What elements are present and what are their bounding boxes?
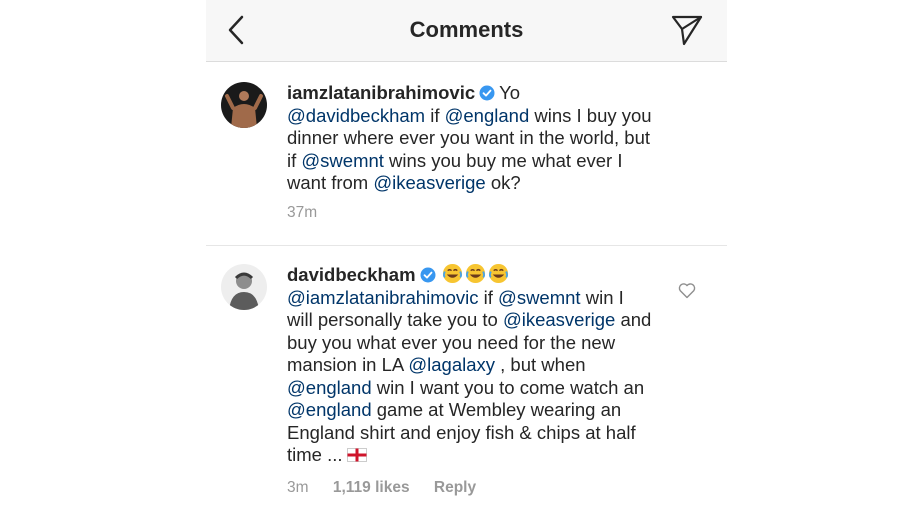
comment-item: davidbeckham @iamzlatanibrahimovic if @s… <box>206 245 727 518</box>
comment-item: iamzlatanibrahimovic Yo @davidbeckham if … <box>206 62 727 244</box>
reply-button[interactable]: Reply <box>434 479 476 496</box>
verified-badge-icon <box>420 267 436 283</box>
mention-link[interactable]: @england <box>287 377 372 398</box>
comment-meta: 37m <box>287 204 337 222</box>
comment-time: 3m <box>287 479 309 496</box>
verified-badge-icon <box>479 85 495 101</box>
comment-text-segment: ok? <box>485 172 521 193</box>
comment-text-segment: win I want you to come watch an <box>371 376 645 398</box>
mention-link[interactable]: @lagalaxy <box>408 354 495 375</box>
mention-link[interactable]: @iamzlatanibrahimovic <box>287 287 479 308</box>
comments-panel: Comments iamzlatanibrahimovic Yo @davidbe… <box>206 0 727 517</box>
like-heart-icon[interactable] <box>678 282 696 299</box>
comment-text: @iamzlatanibrahimovic if @swemnt win I w… <box>287 287 651 466</box>
mention-link[interactable]: @ikeasverige <box>503 309 615 330</box>
direct-send-icon[interactable] <box>670 13 704 47</box>
page-title: Comments <box>409 17 524 42</box>
comment-time: 37m <box>287 204 318 221</box>
mention-link[interactable]: @england <box>287 399 372 420</box>
england-flag-icon <box>346 448 367 462</box>
comment-text-segment: if <box>478 286 499 308</box>
avatar[interactable] <box>221 264 267 310</box>
comment-text-segment: Yo <box>499 82 521 103</box>
comment-body: iamzlatanibrahimovic Yo @davidbeckham if … <box>287 82 652 195</box>
comment-username[interactable]: iamzlatanibrahimovic <box>287 82 475 103</box>
mention-link[interactable]: @swemnt <box>301 150 384 171</box>
comment-body: davidbeckham @iamzlatanibrahimovic if @s… <box>287 263 652 467</box>
face-with-tears-of-joy-icon <box>488 263 508 284</box>
comments-header: Comments <box>206 0 727 62</box>
face-with-tears-of-joy-icon <box>442 263 462 284</box>
comment-username[interactable]: davidbeckham <box>287 264 416 285</box>
mention-link[interactable]: @swemnt <box>498 287 581 308</box>
avatar[interactable] <box>221 82 267 128</box>
mention-link[interactable]: @ikeasverige <box>373 172 485 193</box>
face-with-tears-of-joy-icon <box>465 263 485 284</box>
comment-text-segment: if <box>425 104 445 126</box>
mention-link[interactable]: @england <box>445 105 530 126</box>
comment-meta: 3m 1,119 likes Reply <box>287 479 496 497</box>
comment-text-segment: , but when <box>495 354 586 375</box>
likes-count[interactable]: 1,119 likes <box>333 479 410 496</box>
mention-link[interactable]: @davidbeckham <box>287 105 425 126</box>
